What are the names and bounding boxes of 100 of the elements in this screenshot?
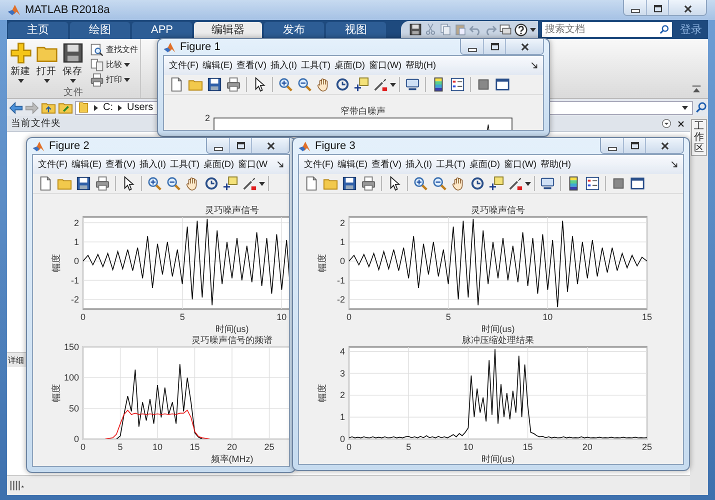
menu-item[interactable]: 桌面(D) xyxy=(202,155,236,174)
help-icon[interactable] xyxy=(514,22,528,36)
caret-icon[interactable] xyxy=(18,79,24,83)
minimize-button[interactable] xyxy=(601,138,623,153)
menu-item[interactable]: 文件(F) xyxy=(167,56,200,75)
caret-icon[interactable] xyxy=(124,78,130,82)
search-field[interactable]: 搜索文档 xyxy=(542,22,672,37)
close-button[interactable] xyxy=(251,138,289,153)
ribbon-button[interactable]: 比较 xyxy=(89,57,139,72)
path-segment[interactable]: Users xyxy=(127,102,154,113)
caret-icon[interactable] xyxy=(390,82,396,86)
ribbon-tab[interactable]: 发布 xyxy=(264,22,324,39)
ribbon-button[interactable]: 保存 xyxy=(60,42,85,83)
brush-icon[interactable] xyxy=(373,77,388,92)
caret-icon[interactable] xyxy=(70,79,76,83)
panel-menu-icon[interactable] xyxy=(661,118,672,129)
dropdown-caret-icon[interactable] xyxy=(682,106,688,110)
dock-arrow-icon[interactable] xyxy=(530,61,539,70)
menu-item[interactable]: 桌面(D) xyxy=(468,155,502,174)
menu-item[interactable]: 文件(F) xyxy=(302,155,336,174)
menu-item[interactable]: 窗口(W) xyxy=(367,56,404,75)
zoom-out-icon[interactable] xyxy=(166,176,181,191)
search-icon[interactable] xyxy=(695,101,708,114)
minimize-button[interactable] xyxy=(461,39,483,54)
monitor-icon[interactable] xyxy=(540,176,555,191)
monitor-icon[interactable] xyxy=(405,77,420,92)
zoom-in-icon[interactable] xyxy=(413,176,428,191)
save-icon[interactable] xyxy=(342,176,357,191)
brush-icon[interactable] xyxy=(508,176,523,191)
menu-item[interactable]: 文件(F) xyxy=(36,155,70,174)
caret-icon[interactable] xyxy=(44,79,50,83)
save-icon[interactable] xyxy=(76,176,91,191)
menu-item[interactable]: 编辑(E) xyxy=(200,56,234,75)
switch-windows-icon[interactable] xyxy=(499,23,512,36)
rotate-icon[interactable] xyxy=(204,176,219,191)
path-arrow-icon[interactable] xyxy=(94,104,98,110)
zoom-in-icon[interactable] xyxy=(147,176,162,191)
close-button[interactable] xyxy=(668,0,706,15)
menu-item[interactable]: 帮助(H) xyxy=(404,56,438,75)
print-icon[interactable] xyxy=(361,176,376,191)
paste-icon[interactable] xyxy=(454,23,467,36)
menu-item[interactable]: 窗口(W) xyxy=(502,155,538,174)
close-button[interactable] xyxy=(645,138,683,153)
menu-item[interactable]: 查看(V) xyxy=(104,155,138,174)
caret-icon[interactable] xyxy=(525,182,531,186)
maximize-button[interactable] xyxy=(646,0,668,15)
maximize-button[interactable] xyxy=(229,138,251,153)
ribbon-button[interactable]: 打开 xyxy=(34,42,59,83)
window-icon[interactable] xyxy=(630,176,645,191)
zoom-out-icon[interactable] xyxy=(297,77,312,92)
minimize-button[interactable] xyxy=(207,138,229,153)
rotate-icon[interactable] xyxy=(470,176,485,191)
menu-item[interactable]: 帮助(H) xyxy=(538,155,573,174)
search-icon[interactable] xyxy=(659,24,670,35)
print-icon[interactable] xyxy=(95,176,110,191)
ribbon-button[interactable]: 查找文件 xyxy=(89,42,139,57)
legend-icon[interactable] xyxy=(450,77,465,92)
ribbon-tab[interactable]: 视图 xyxy=(326,22,386,39)
brush-icon[interactable] xyxy=(242,176,257,191)
caret-icon[interactable] xyxy=(124,62,130,66)
new-file-icon[interactable] xyxy=(169,77,184,92)
caret-icon[interactable] xyxy=(259,182,265,186)
maximize-button[interactable] xyxy=(483,39,505,54)
dock-arrow-icon[interactable] xyxy=(276,160,285,169)
ribbon-button[interactable]: 打印 xyxy=(89,72,139,87)
menu-item[interactable]: 窗口(W xyxy=(236,155,270,174)
data-cursor-icon[interactable] xyxy=(223,176,238,191)
grip-icon[interactable] xyxy=(9,478,24,493)
new-file-icon[interactable] xyxy=(304,176,319,191)
collapse-ribbon-icon[interactable] xyxy=(691,84,702,95)
menu-item[interactable]: 插入(I) xyxy=(138,155,168,174)
square-icon[interactable] xyxy=(611,176,626,191)
menu-item[interactable]: 编辑(E) xyxy=(336,155,370,174)
path-segment[interactable]: C: xyxy=(103,102,113,113)
maximize-button[interactable] xyxy=(623,138,645,153)
ribbon-tab[interactable]: 主页 xyxy=(8,22,68,39)
save-icon[interactable] xyxy=(207,77,222,92)
legend-icon[interactable] xyxy=(585,176,600,191)
zoom-out-icon[interactable] xyxy=(432,176,447,191)
window-icon[interactable] xyxy=(495,77,510,92)
dock-arrow-icon[interactable] xyxy=(670,160,679,169)
back-arrow-icon[interactable] xyxy=(9,100,23,114)
menu-item[interactable]: 插入(I) xyxy=(268,56,299,75)
path-arrow-icon[interactable] xyxy=(118,104,122,110)
menu-item[interactable]: 桌面(D) xyxy=(332,56,367,75)
ribbon-tab[interactable]: APP xyxy=(132,22,192,39)
square-icon[interactable] xyxy=(476,77,491,92)
menu-item[interactable]: 工具(T) xyxy=(299,56,332,75)
ribbon-tab[interactable]: 编辑器 xyxy=(194,22,262,39)
zoom-in-icon[interactable] xyxy=(278,77,293,92)
print-icon[interactable] xyxy=(226,77,241,92)
close-icon[interactable] xyxy=(676,118,686,128)
minimize-button[interactable] xyxy=(624,0,646,15)
menu-item[interactable]: 编辑(E) xyxy=(70,155,104,174)
new-file-icon[interactable] xyxy=(38,176,53,191)
menu-item[interactable]: 工具(T) xyxy=(434,155,468,174)
caret-icon[interactable] xyxy=(530,28,536,32)
login-link[interactable]: 登录 xyxy=(674,22,708,37)
save-icon[interactable] xyxy=(409,23,422,36)
ribbon-tab[interactable]: 绘图 xyxy=(70,22,130,39)
